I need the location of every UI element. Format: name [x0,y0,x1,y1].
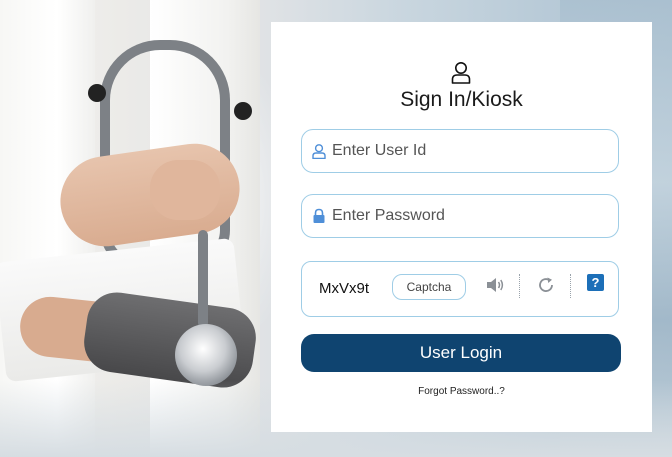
separator [519,274,520,298]
user-outline-icon [312,144,326,159]
separator [570,274,571,298]
page-title: Sign In/Kiosk [400,88,523,111]
lock-icon [313,208,325,223]
stethoscope-earpiece [88,84,106,102]
help-button[interactable]: ? [587,274,604,291]
forgot-password-link[interactable]: Forgot Password..? [271,386,652,397]
speaker-icon[interactable] [484,274,506,296]
captcha-code: MxVx9t [319,280,370,297]
password-input[interactable] [332,195,612,237]
login-card: Sign In/Kiosk MxVx9t ? User Login For [271,22,652,432]
stethoscope-earpiece [234,102,252,120]
refresh-icon[interactable] [535,274,557,296]
user-id-field[interactable] [301,129,619,173]
stethoscope-chestpiece [175,324,237,386]
captcha-box: MxVx9t ? [301,261,619,317]
user-login-button[interactable]: User Login [301,334,621,372]
password-field[interactable] [301,194,619,238]
captcha-input[interactable] [392,274,466,300]
doctor-hand [150,160,220,220]
user-id-input[interactable] [332,130,612,172]
user-outline-icon [451,62,471,84]
stethoscope-tube [198,230,208,328]
